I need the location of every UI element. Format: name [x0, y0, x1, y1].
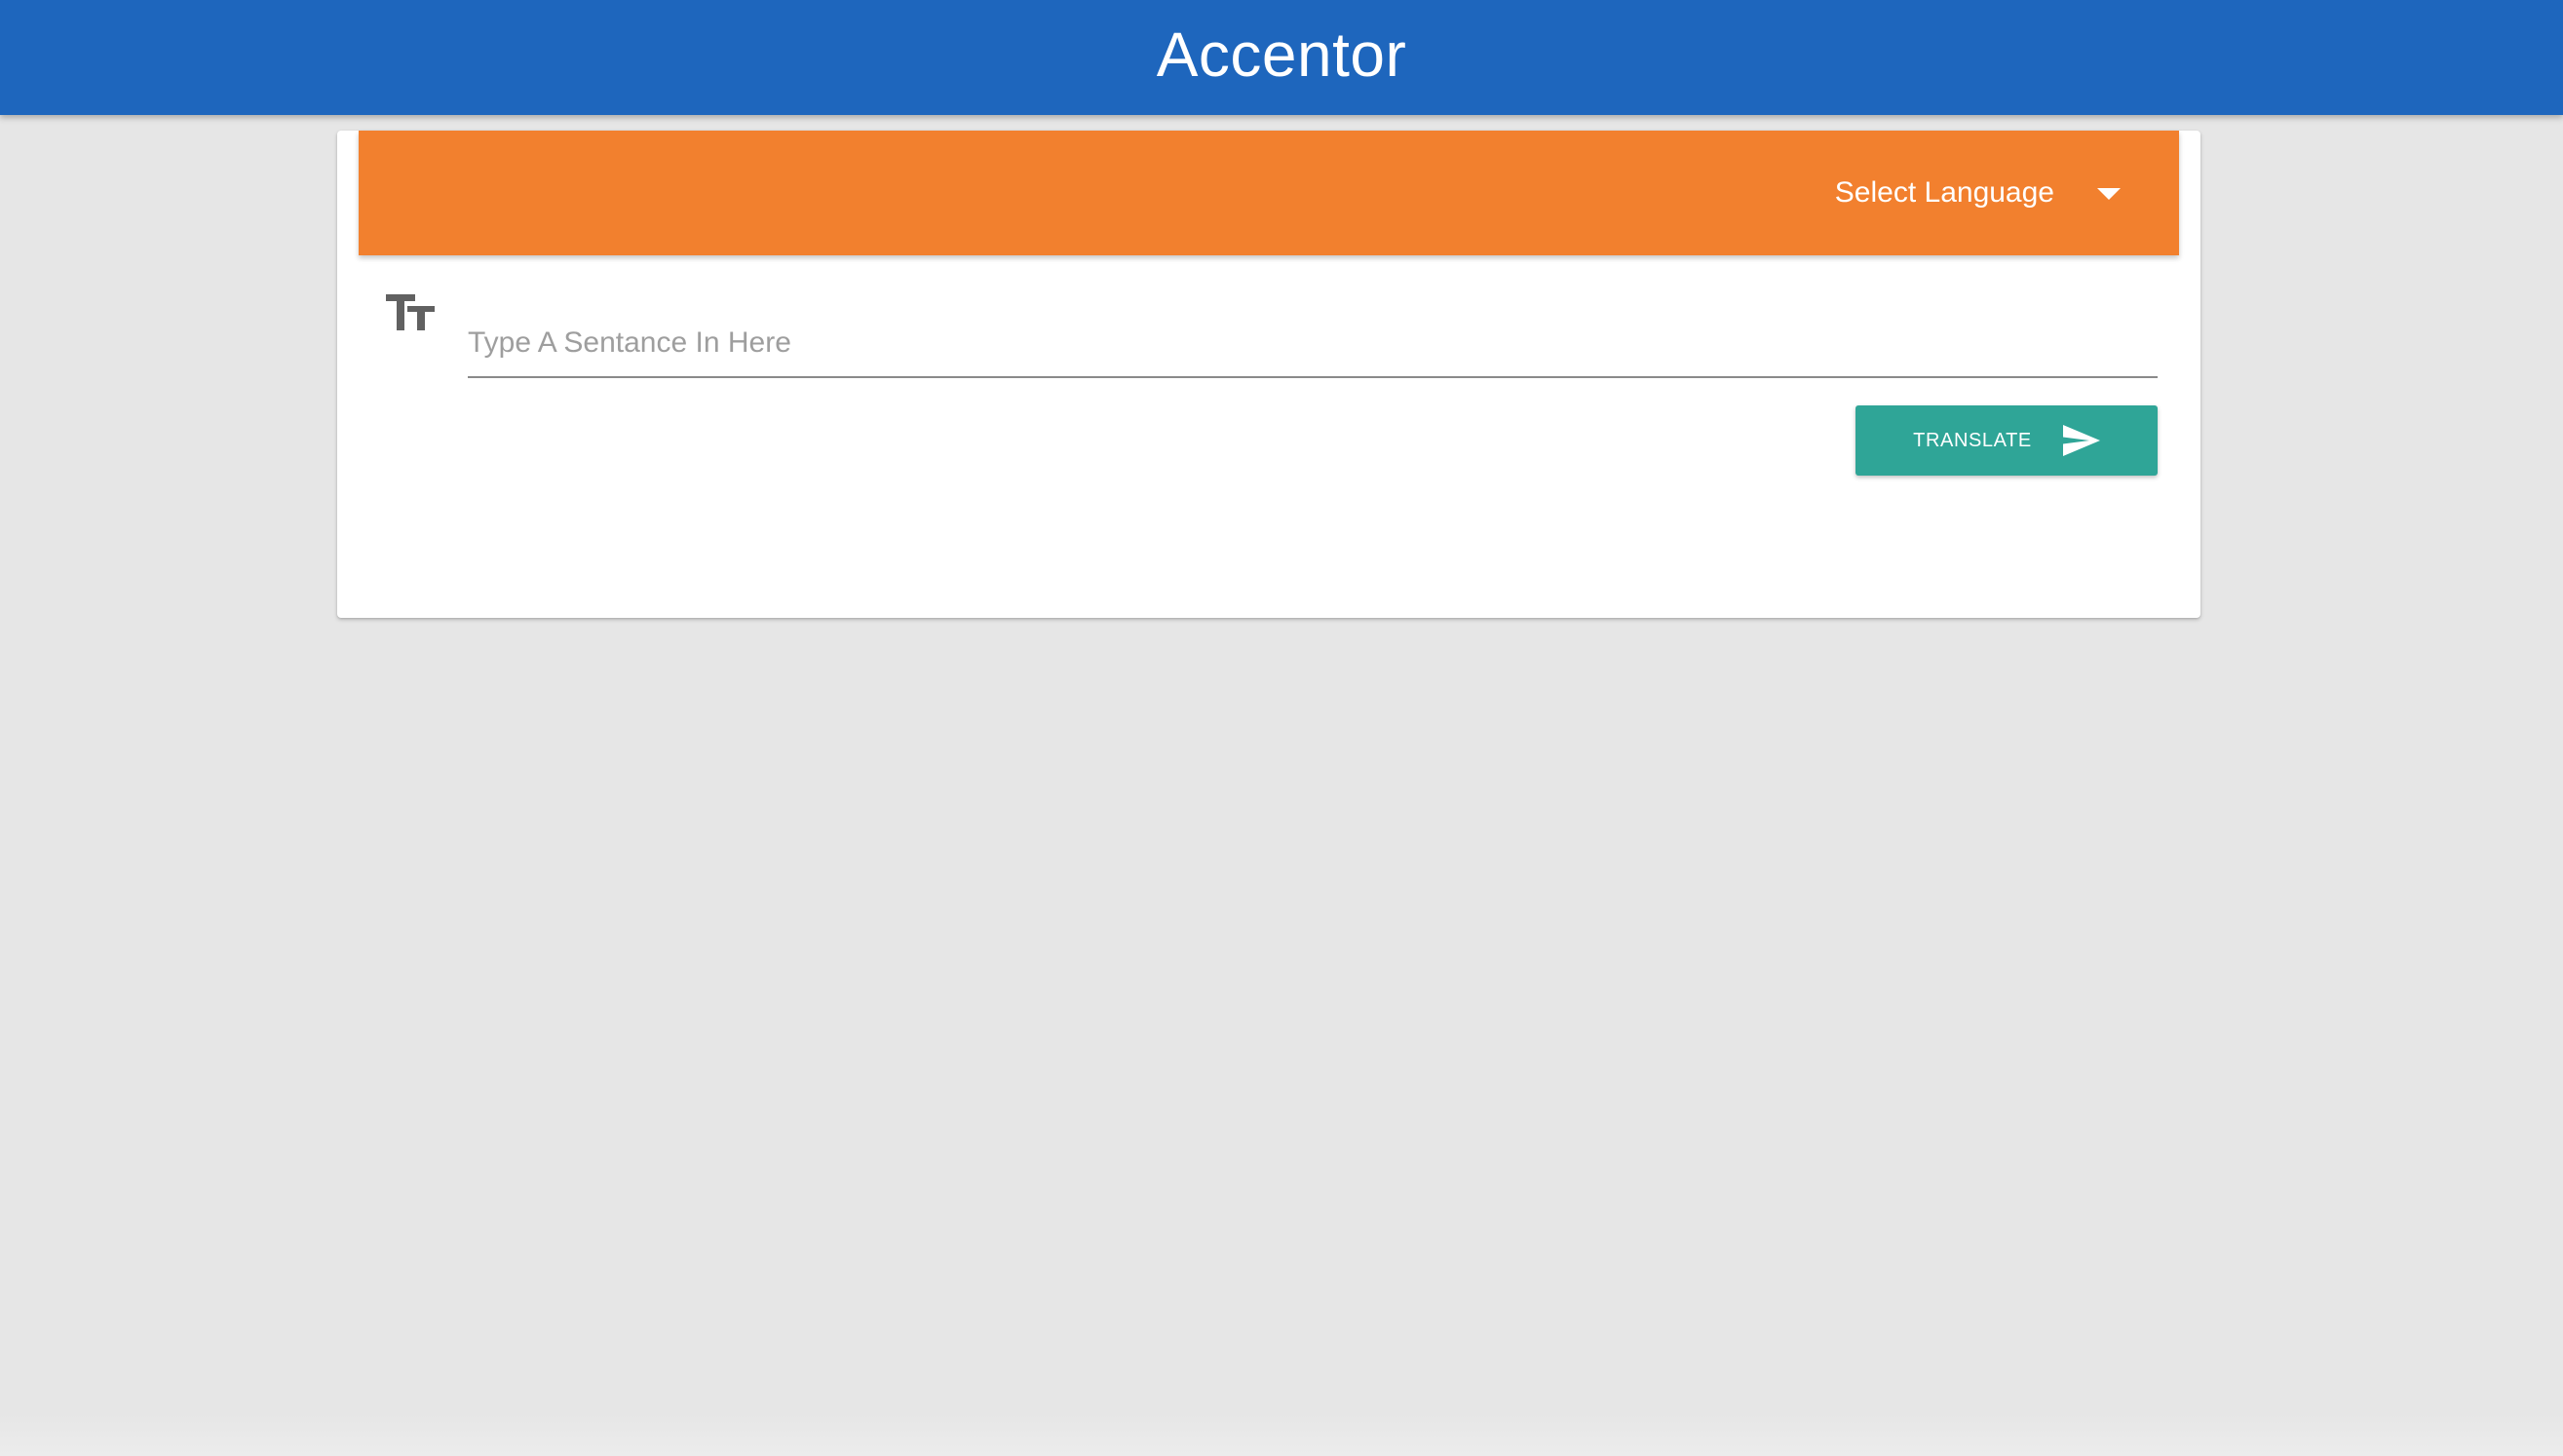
- text-fields-icon: [386, 294, 435, 330]
- language-select-label: Select Language: [1834, 176, 2054, 209]
- translator-card: Select Language TRANSLATE: [337, 131, 2200, 618]
- app-bar: Accentor: [0, 0, 2563, 115]
- arrow-drop-down-icon: [2097, 188, 2121, 200]
- translate-button-label: TRANSLATE: [1913, 429, 2032, 451]
- sentence-input[interactable]: [468, 298, 2158, 380]
- send-icon: [2062, 425, 2100, 456]
- translate-button[interactable]: TRANSLATE: [1855, 405, 2158, 476]
- sentence-field: [468, 298, 2158, 380]
- language-select[interactable]: Select Language: [1835, 131, 2121, 255]
- language-bar: Select Language: [359, 131, 2179, 255]
- app-title: Accentor: [1156, 19, 1407, 90]
